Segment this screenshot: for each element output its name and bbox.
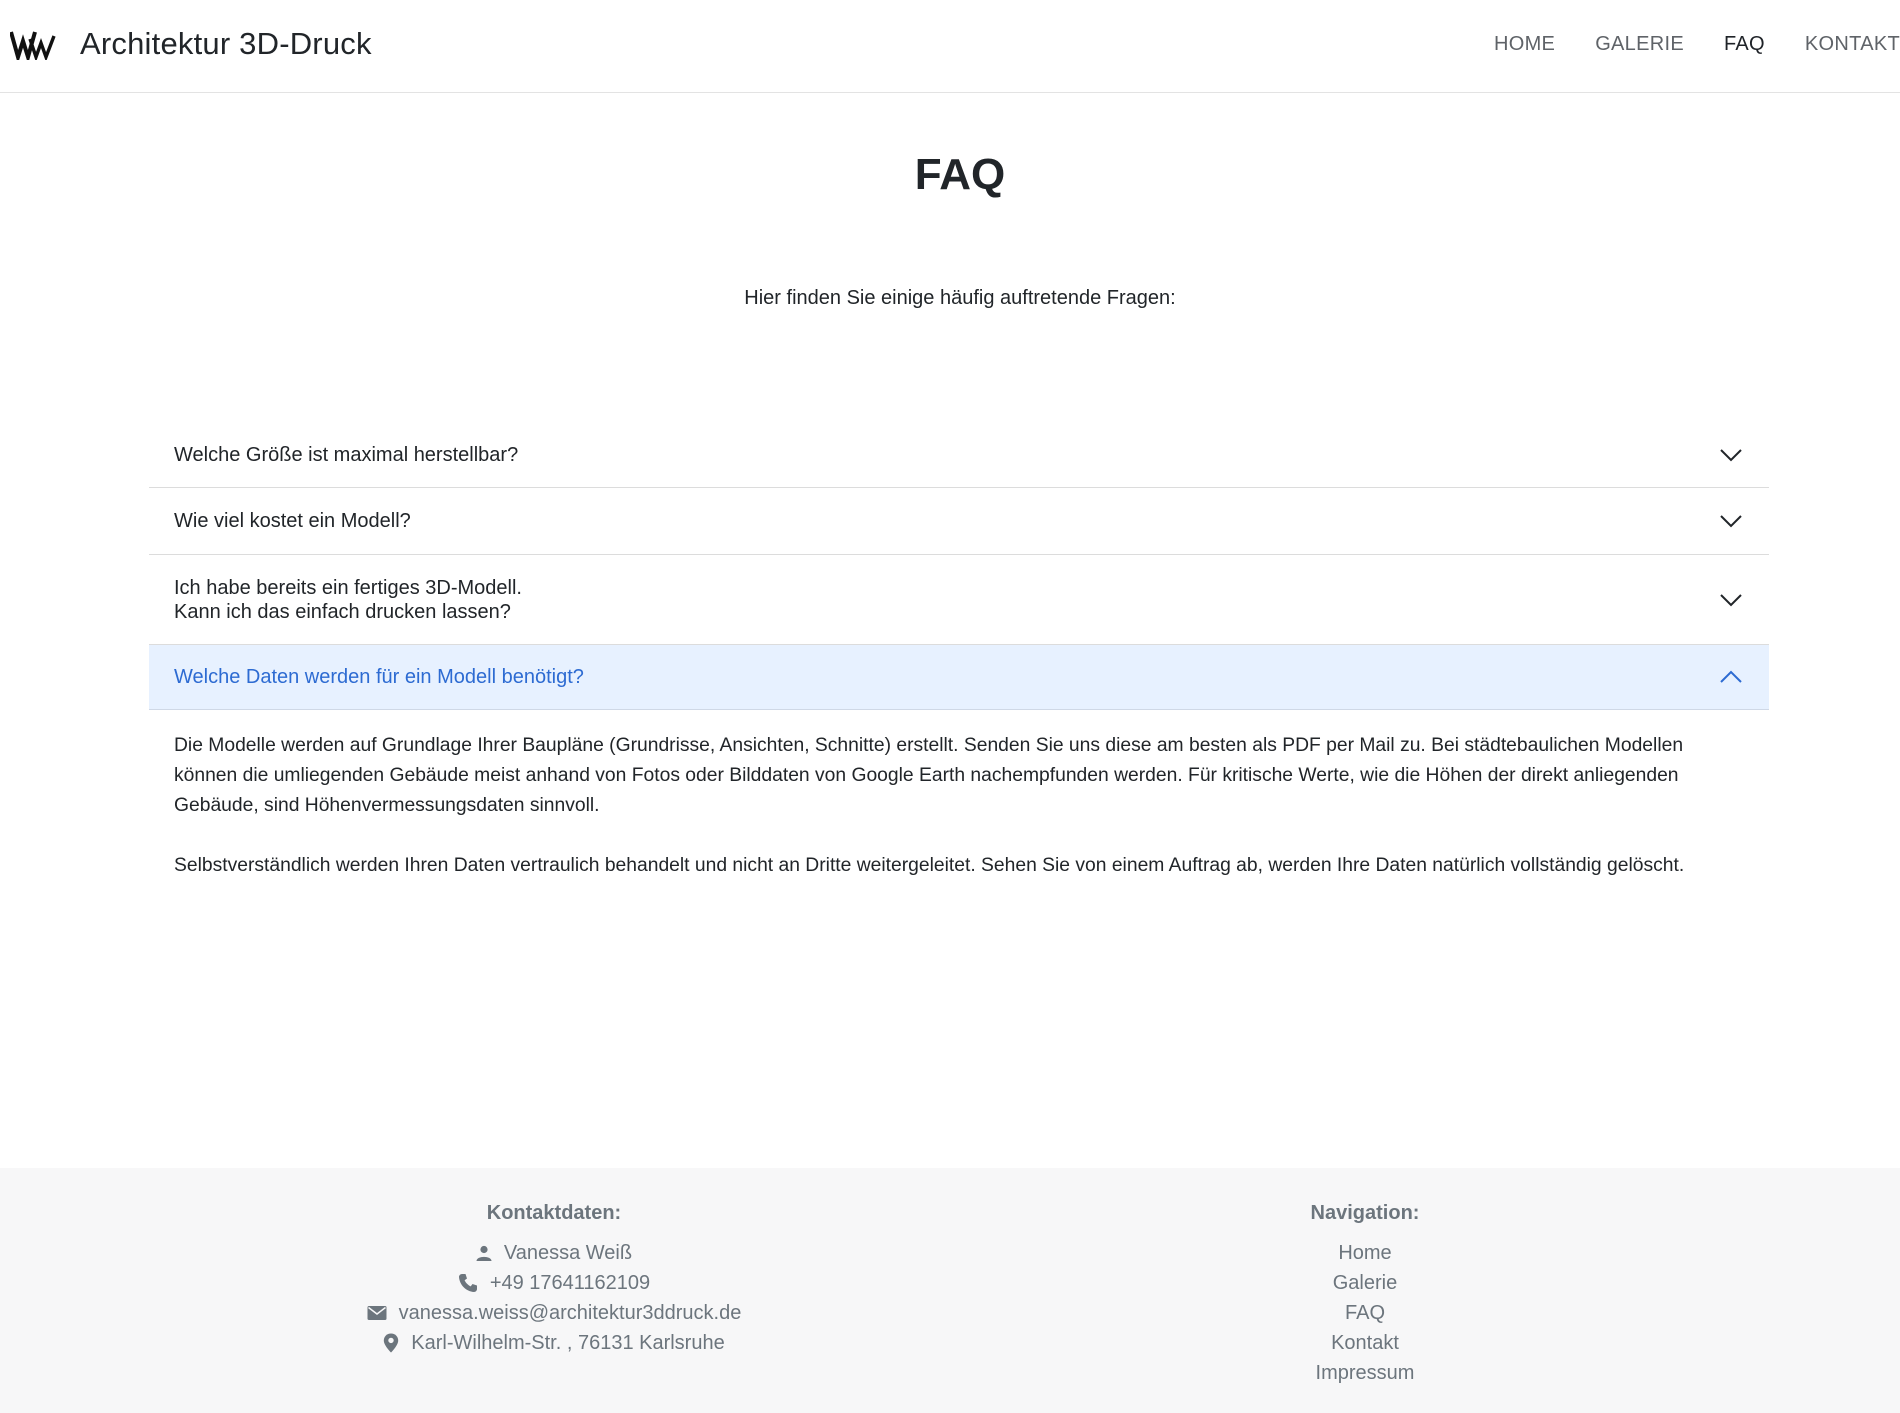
faq-answer-line: Die Modelle werden auf Grundlage Ihrer B… [174, 735, 1684, 756]
faq-item-expanded: Welche Daten werden für ein Modell benöt… [149, 645, 1769, 881]
chevron-down-icon [1720, 448, 1742, 461]
faq-answer: Die Modelle werden auf Grundlage Ihrer B… [149, 710, 1769, 881]
vw-logo-icon[interactable] [10, 30, 56, 60]
site-header: Architektur 3D-Druck HOME GALERIE FAQ KO… [0, 0, 1900, 93]
footer-link-faq[interactable]: FAQ [1215, 1298, 1515, 1328]
chevron-down-icon [1720, 593, 1742, 606]
faq-question-text: Welche Daten werden für ein Modell benöt… [174, 666, 584, 688]
chevron-up-icon [1720, 670, 1742, 683]
faq-question-text: Ich habe bereits ein fertiges 3D-Modell.… [174, 576, 522, 624]
footer-contact-heading: Kontaktdaten: [486, 1202, 622, 1224]
faq-item: Ich habe bereits ein fertiges 3D-Modell.… [149, 555, 1769, 645]
contact-phone-text[interactable]: +49 17641162109 [490, 1268, 650, 1298]
footer-contact: Kontaktdaten: Vanessa Weiß +49 176411621… [354, 1202, 754, 1358]
footer-link-impressum[interactable]: Impressum [1215, 1358, 1515, 1388]
nav-galerie[interactable]: GALERIE [1595, 33, 1684, 56]
faq-question-line: Ich habe bereits ein fertiges 3D-Modell. [174, 576, 522, 599]
brand-title[interactable]: Architektur 3D-Druck [80, 26, 372, 62]
faq-question-text: Welche Größe ist maximal herstellbar? [174, 443, 519, 466]
footer-navigation: Navigation: Home Galerie FAQ Kontakt Imp… [1215, 1202, 1515, 1388]
faq-question-button[interactable]: Wie viel kostet ein Modell? [149, 488, 1769, 554]
chevron-down-icon [1720, 515, 1742, 528]
nav-kontakt[interactable]: KONTAKT [1805, 33, 1900, 56]
faq-answer-paragraph: Selbstverständlich werden Ihren Daten ve… [174, 855, 1685, 876]
faq-question-line: Kann ich das einfach drucken lassen? [174, 600, 511, 623]
nav-home[interactable]: HOME [1494, 33, 1555, 56]
main-nav: HOME GALERIE FAQ KONTAKT [1454, 33, 1900, 56]
footer-link-kontakt[interactable]: Kontakt [1215, 1328, 1515, 1358]
intro-text: Hier finden Sie einige häufig auftretend… [744, 287, 1176, 309]
faq-answer-line: können die umliegenden Gebäude meist anh… [174, 765, 1679, 786]
contact-phone: +49 17641162109 [354, 1268, 754, 1298]
footer-link-home[interactable]: Home [1215, 1238, 1515, 1268]
contact-name: Vanessa Weiß [354, 1238, 754, 1268]
faq-item: Welche Größe ist maximal herstellbar? [149, 422, 1769, 488]
person-icon [476, 1245, 492, 1261]
faq-question-button[interactable]: Welche Daten werden für ein Modell benöt… [149, 645, 1769, 710]
footer-nav-heading: Navigation: [1310, 1202, 1420, 1224]
site-footer: Kontaktdaten: Vanessa Weiß +49 176411621… [0, 1168, 1900, 1413]
faq-question-button[interactable]: Welche Größe ist maximal herstellbar? [149, 422, 1769, 487]
contact-email: vanessa.weiss@architektur3ddruck.de [354, 1298, 754, 1328]
contact-name-text: Vanessa Weiß [503, 1242, 633, 1264]
faq-answer-paragraph: Die Modelle werden auf Grundlage Ihrer B… [174, 731, 1744, 821]
nav-faq[interactable]: FAQ [1724, 33, 1765, 56]
map-pin-icon [384, 1333, 399, 1353]
footer-link-galerie[interactable]: Galerie [1215, 1268, 1515, 1298]
faq-answer-line: Gebäude, sind Höhenvermessungsdaten sinn… [174, 795, 600, 816]
faq-question-text: Wie viel kostet ein Modell? [174, 510, 411, 532]
contact-address: Karl-Wilhelm-Str. , 76131 Karlsruhe [354, 1328, 754, 1358]
contact-email-text[interactable]: vanessa.weiss@architektur3ddruck.de [399, 1298, 742, 1328]
faq-question-button[interactable]: Ich habe bereits ein fertiges 3D-Modell.… [149, 555, 1769, 644]
phone-icon [458, 1274, 477, 1292]
faq-item: Wie viel kostet ein Modell? [149, 488, 1769, 555]
contact-address-text: Karl-Wilhelm-Str. , 76131 Karlsruhe [411, 1332, 725, 1354]
faq-accordion: Welche Größe ist maximal herstellbar? Wi… [149, 422, 1769, 881]
envelope-icon [367, 1306, 387, 1320]
page-title: FAQ [914, 150, 1006, 199]
